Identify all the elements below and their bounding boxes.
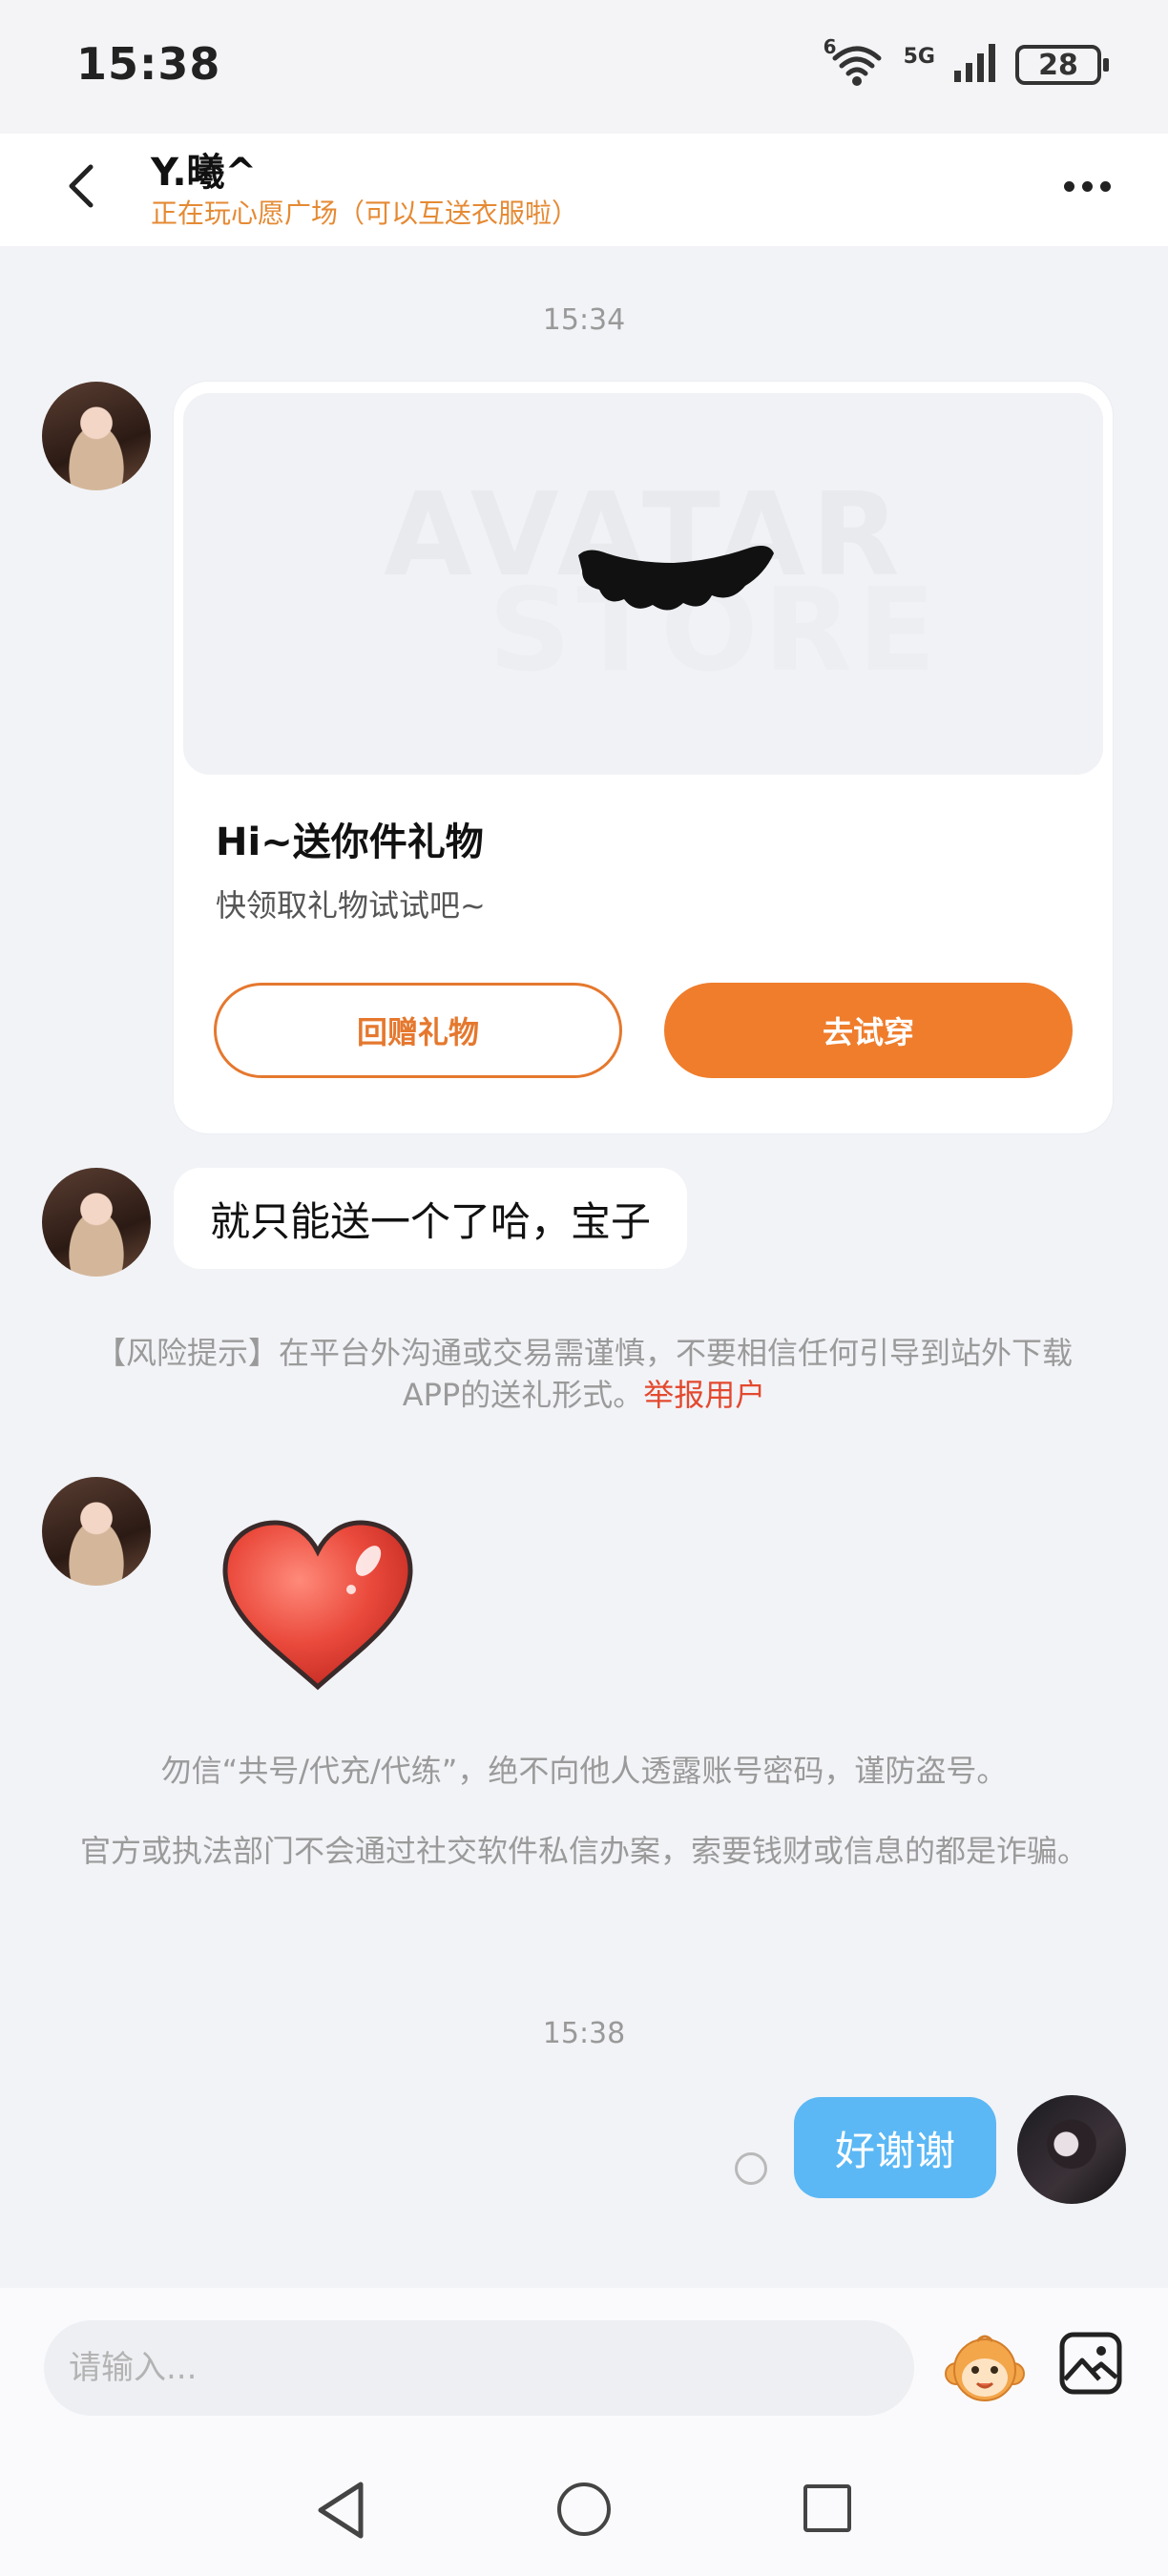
try-on-button[interactable]: 去试穿: [664, 983, 1073, 1078]
more-button[interactable]: [1053, 162, 1120, 210]
wifi-label: 6: [823, 35, 837, 58]
chevron-left-icon: [69, 164, 94, 208]
fraud-notice: 官方或执法部门不会通过社交软件私信办案，索要钱财或信息的都是诈骗。: [79, 1833, 1088, 1869]
report-user-link[interactable]: 举报用户: [643, 1377, 765, 1413]
contact-avatar[interactable]: [42, 382, 151, 490]
contact-name[interactable]: Y.曦^: [151, 141, 257, 197]
message-status-icon: [735, 2152, 767, 2185]
nav-recent-icon[interactable]: [803, 2484, 851, 2532]
more-icon-dot: [1081, 180, 1093, 192]
chat-area[interactable]: 15:34 AVATAR STORE Hi~送你件礼物 快领取礼物试试吧~ 回赠…: [0, 246, 1168, 2288]
wifi-icon: 6: [824, 35, 885, 87]
contact-status[interactable]: 正在玩心愿广场（可以互送衣服啦）: [151, 193, 578, 231]
monkey-emoji-icon: [945, 2335, 1025, 2401]
battery-icon: 28: [1015, 45, 1109, 85]
message-input[interactable]: [44, 2320, 914, 2416]
gift-title: Hi~送你件礼物: [216, 821, 484, 864]
gift-image[interactable]: AVATAR STORE: [183, 393, 1103, 775]
network-label: 5G: [903, 44, 935, 69]
image-icon: [1059, 2332, 1122, 2395]
back-button[interactable]: [48, 153, 115, 219]
mustache-gift-icon: [578, 546, 774, 611]
message-bubble[interactable]: 就只能送一个了哈，宝子: [174, 1168, 688, 1269]
my-avatar[interactable]: [1017, 2095, 1126, 2204]
heart-icon: [222, 1520, 413, 1691]
my-message-bubble[interactable]: 好谢谢: [794, 2097, 996, 2198]
contact-avatar[interactable]: [42, 1168, 151, 1277]
input-bar: [0, 2288, 1168, 2450]
status-icons: 6 5G 28: [824, 35, 1109, 92]
nav-back-icon[interactable]: [313, 2479, 370, 2542]
status-bar: 15:38 6 5G 28: [0, 0, 1168, 134]
signal-icon: [954, 44, 996, 86]
security-notice: 勿信“共号/代充/代练”，绝不向他人透露账号密码，谨防盗号。: [160, 1753, 1008, 1789]
image-button[interactable]: [1057, 2330, 1124, 2397]
heart-sticker[interactable]: [218, 1515, 418, 1696]
gift-card[interactable]: AVATAR STORE Hi~送你件礼物 快领取礼物试试吧~ 回赠礼物 去试穿: [174, 382, 1113, 1133]
emoji-button[interactable]: [943, 2326, 1027, 2410]
timestamp: 15:38: [542, 2017, 626, 2050]
contact-avatar[interactable]: [42, 1477, 151, 1586]
status-time: 15:38: [76, 38, 221, 90]
timestamp: 15:34: [542, 303, 626, 337]
my-message-text: 好谢谢: [834, 2127, 955, 2174]
return-gift-button[interactable]: 回赠礼物: [214, 983, 622, 1078]
system-nav-bar: [0, 2450, 1168, 2576]
more-icon-dot: [1063, 180, 1074, 192]
nav-home-icon[interactable]: [557, 2483, 611, 2536]
battery-level: 28: [1038, 48, 1078, 82]
message-text: 就只能送一个了哈，宝子: [210, 1197, 652, 1245]
chat-header: Y.曦^ 正在玩心愿广场（可以互送衣服啦）: [0, 134, 1168, 246]
risk-notice: 【风险提示】在平台外沟通或交易需谨慎，不要相信任何引导到站外下载APP的送礼形式…: [76, 1332, 1092, 1416]
risk-notice-text: 【风险提示】在平台外沟通或交易需谨慎，不要相信任何引导到站外下载APP的送礼形式…: [94, 1335, 1073, 1413]
more-icon-dot: [1099, 180, 1111, 192]
gift-subtitle: 快领取礼物试试吧~: [216, 887, 486, 924]
